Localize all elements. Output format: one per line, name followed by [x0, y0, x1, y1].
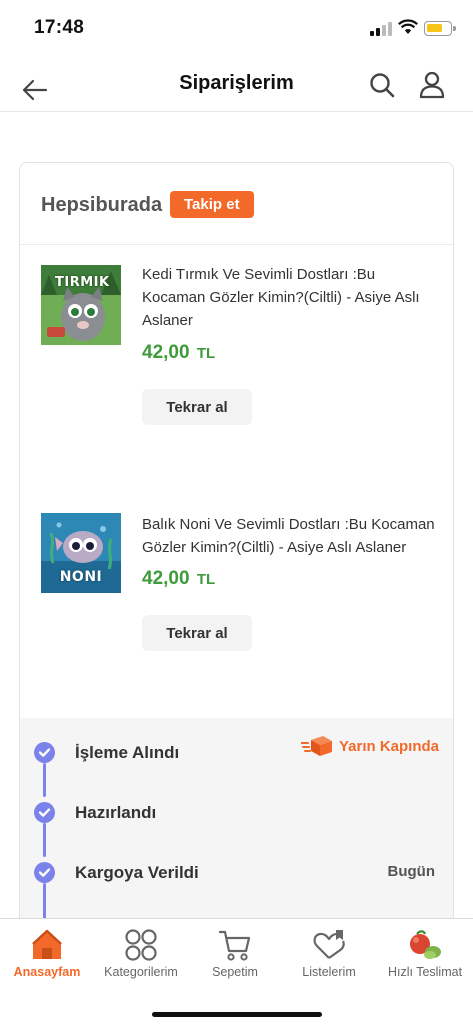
- price-value: 42,00: [142, 568, 190, 589]
- status-bar: 17:48: [0, 0, 473, 58]
- categories-icon: [125, 929, 157, 961]
- check-icon: [34, 742, 55, 763]
- header: Siparişlerim: [0, 58, 473, 112]
- product-item: TIRMIK Kedi Tırmık Ve Sevimli Dostları :…: [20, 263, 453, 433]
- nav-label: Kategorilerim: [104, 965, 178, 979]
- nav-item-cart[interactable]: Sepetim: [188, 919, 282, 989]
- price-currency: TL: [196, 571, 216, 588]
- product-title[interactable]: Kedi Tırmık Ve Sevimli Dostları :Bu Koca…: [142, 263, 442, 332]
- price-currency: TL: [196, 345, 216, 362]
- product-image[interactable]: TIRMIK: [41, 265, 121, 345]
- tracking-step-date: Bugün: [387, 863, 435, 880]
- product-cover-text: TIRMIK: [55, 275, 110, 290]
- check-icon: [34, 862, 55, 883]
- product-price: 42,00 TL: [142, 342, 215, 364]
- price-value: 42,00: [142, 342, 190, 363]
- home-indicator: [152, 1012, 322, 1017]
- cart-icon: [218, 930, 251, 961]
- product-item: NONI Balık Noni Ve Sevimli Dostları :Bu …: [20, 513, 453, 683]
- check-icon: [34, 802, 55, 823]
- order-tracking: İşleme Alındı Yarın Kapında Hazırlandı K…: [20, 718, 453, 941]
- signal-icon: [370, 22, 392, 36]
- tracking-step-label: İşleme Alındı: [75, 743, 180, 762]
- page-title: Siparişlerim: [179, 72, 294, 94]
- fast-box-icon: [300, 736, 332, 756]
- tracking-step-label: Kargoya Verildi: [75, 863, 199, 882]
- tracking-connector: [43, 763, 46, 797]
- tracking-connector: [43, 823, 46, 857]
- heart-list-icon: [313, 930, 345, 959]
- reorder-button[interactable]: Tekrar al: [142, 389, 252, 425]
- product-title[interactable]: Balık Noni Ve Sevimli Dostları :Bu Kocam…: [142, 513, 442, 559]
- nav-item-categories[interactable]: Kategorilerim: [94, 919, 188, 989]
- seller-name[interactable]: Hepsiburada: [41, 194, 162, 217]
- product-price: 42,00 TL: [142, 568, 215, 590]
- nav-item-lists[interactable]: Listelerim: [282, 919, 376, 989]
- wifi-icon: [398, 19, 418, 34]
- fast-delivery-icon: [410, 930, 441, 959]
- seller-row: Hepsiburada Takip et: [20, 163, 453, 245]
- product-cover-text: NONI: [59, 569, 103, 585]
- nav-label: Sepetim: [212, 965, 258, 979]
- nav-label: Listelerim: [302, 965, 356, 979]
- nav-label: Hızlı Teslimat: [387, 965, 463, 979]
- battery-icon: [424, 21, 456, 36]
- reorder-button[interactable]: Tekrar al: [142, 615, 252, 651]
- user-icon[interactable]: [418, 70, 446, 100]
- delivery-badge: Yarın Kapında: [300, 735, 439, 757]
- home-icon: [32, 929, 62, 959]
- follow-seller-button[interactable]: Takip et: [170, 191, 254, 218]
- delivery-badge-text: Yarın Kapında: [338, 737, 439, 755]
- nav-label: Anasayfam: [13, 965, 81, 979]
- nav-item-fast-delivery[interactable]: Hızlı Teslimat: [378, 919, 472, 989]
- search-icon[interactable]: [368, 71, 396, 99]
- status-time: 17:48: [34, 17, 85, 38]
- tracking-step-label: Hazırlandı: [75, 803, 157, 822]
- product-image[interactable]: NONI: [41, 513, 121, 593]
- order-card: Hepsiburada Takip et TIRMIK Kedi Tırmık …: [19, 162, 454, 942]
- nav-item-home[interactable]: Anasayfam: [0, 919, 94, 989]
- bottom-navigation: Anasayfam Kategorilerim Sepetim Listeler…: [0, 918, 473, 1024]
